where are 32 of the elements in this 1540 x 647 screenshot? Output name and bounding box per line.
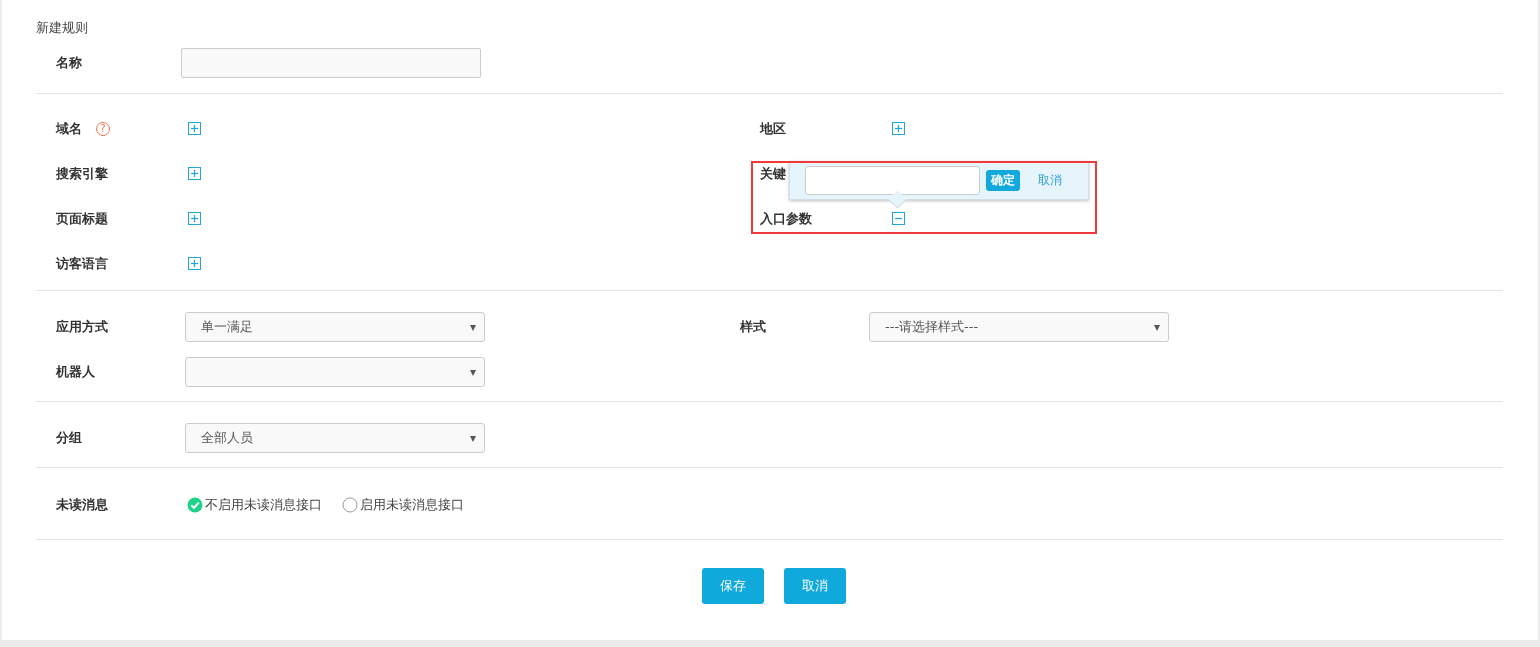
- field-label: 机器人: [56, 362, 96, 381]
- condition-label: 页面标题: [56, 209, 108, 228]
- popover-input-field[interactable]: [805, 166, 980, 195]
- expand-icon[interactable]: [188, 167, 201, 180]
- field-label: 样式: [740, 317, 767, 336]
- condition-label: 域名: [56, 119, 82, 138]
- expand-icon[interactable]: [188, 212, 201, 225]
- condition-label: 关键: [760, 164, 786, 183]
- style-select[interactable]: ---请选择样式---: [869, 311, 1169, 342]
- caret-icon: [470, 324, 476, 331]
- apply-mode-select[interactable]: 单一满足: [185, 311, 485, 342]
- expand-icon[interactable]: [188, 257, 201, 270]
- group-select[interactable]: 全部人员: [185, 422, 485, 453]
- caret-icon: [470, 369, 476, 376]
- expand-icon[interactable]: [892, 122, 905, 135]
- expand-icon[interactable]: [188, 122, 201, 135]
- condition-label: 搜索引擎: [56, 164, 108, 183]
- radio-option[interactable]: 启用未读消息接口: [342, 496, 464, 514]
- field-label: 应用方式: [56, 317, 109, 336]
- condition-label: 入口参数: [760, 209, 812, 228]
- name-input-field[interactable]: [181, 47, 481, 78]
- form-title: 新建规则: [36, 19, 89, 36]
- field-label: 分组: [56, 428, 83, 447]
- radio-option[interactable]: 不启用未读消息接口: [187, 496, 322, 514]
- caret-icon: [470, 435, 476, 442]
- condition-label: 地区: [760, 119, 786, 138]
- field-label: 未读消息: [56, 496, 109, 514]
- condition-label: 访客语言: [56, 254, 108, 273]
- collapse-icon[interactable]: [892, 212, 905, 225]
- robot-select[interactable]: [185, 356, 485, 387]
- caret-icon: [1154, 324, 1160, 331]
- field-label: 名称: [56, 53, 83, 72]
